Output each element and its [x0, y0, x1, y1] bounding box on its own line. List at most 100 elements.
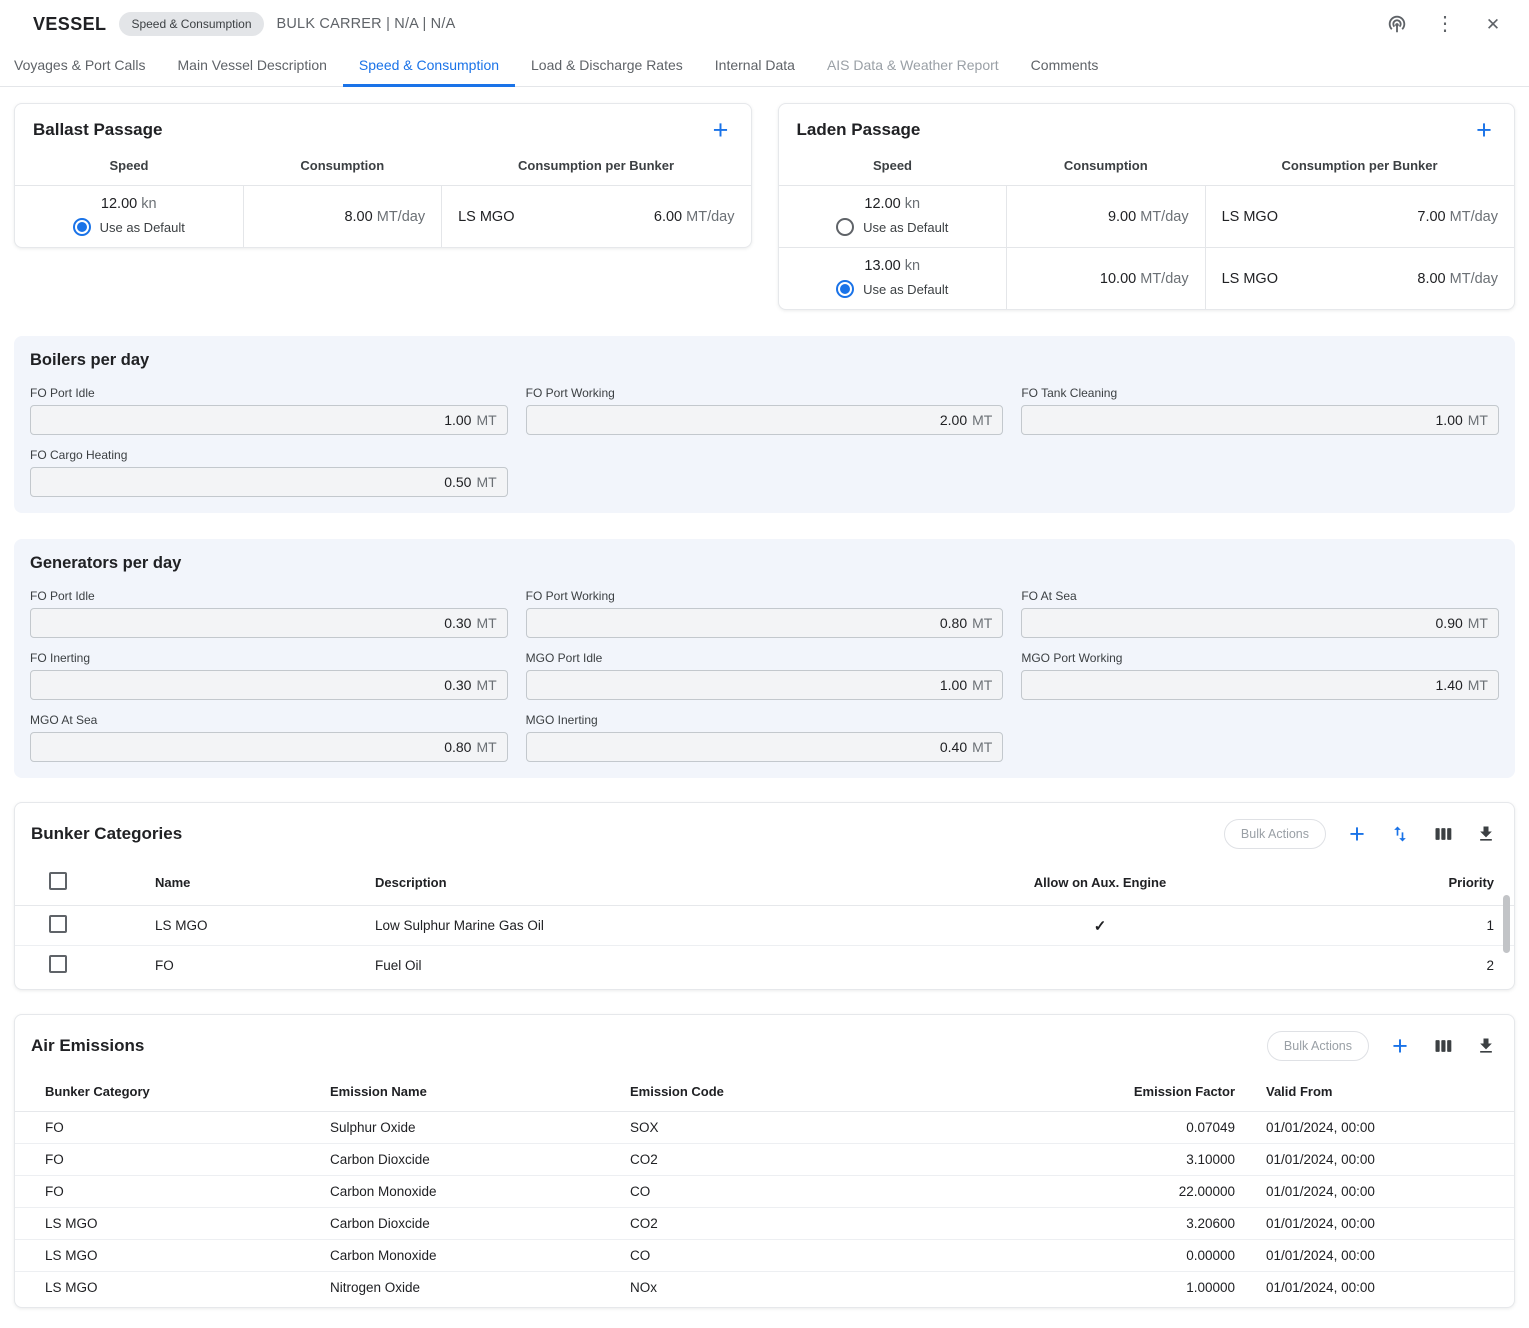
download-icon[interactable] [1474, 1034, 1498, 1058]
field-label: FO Cargo Heating [30, 448, 508, 462]
row-checkbox[interactable] [49, 915, 67, 933]
cell-description: Low Sulphur Marine Gas Oil [345, 906, 905, 946]
use-as-default-label[interactable]: Use as Default [100, 220, 185, 235]
field-fo-inerting: FO Inerting 0.30MT [30, 651, 508, 700]
fo-at-sea-input[interactable]: 0.90MT [1021, 608, 1499, 638]
use-as-default-row: Use as Default [23, 218, 235, 236]
tab-speed-consumption[interactable]: Speed & Consumption [343, 46, 515, 87]
mgo-port-working-input[interactable]: 1.40MT [1021, 670, 1499, 700]
bulk-actions-button[interactable]: Bulk Actions [1267, 1031, 1369, 1061]
field-fo-port-working: FO Port Working 0.80MT [526, 589, 1004, 638]
use-as-default-radio[interactable] [836, 280, 854, 298]
close-icon[interactable]: ✕ [1481, 12, 1505, 36]
speed-unit: kn [905, 196, 920, 212]
select-all-checkbox[interactable] [49, 872, 67, 890]
add-ballast-speed-icon[interactable]: + [709, 119, 733, 141]
cell-emission-factor: 0.07049 [1060, 1112, 1235, 1144]
tab-load-discharge-rates[interactable]: Load & Discharge Rates [515, 46, 699, 87]
col-header-description: Description [345, 863, 905, 906]
laden-passage-header: Laden Passage + [779, 104, 1515, 150]
table-row[interactable]: FO Carbon Dioxcide CO2 3.10000 01/01/202… [15, 1144, 1514, 1176]
tab-ais-data-weather-report[interactable]: AIS Data & Weather Report [811, 46, 1015, 87]
cell-name: FO [125, 946, 345, 986]
field-label: MGO At Sea [30, 713, 508, 727]
col-header-speed: Speed [779, 150, 1007, 186]
cell-emission-factor: 3.20600 [1060, 1208, 1235, 1240]
table-row[interactable]: LS MGO Nitrogen Oxide NOx 1.00000 01/01/… [15, 1272, 1514, 1304]
table-row[interactable]: LS MGO Low Sulphur Marine Gas Oil ✓ 1 [15, 906, 1514, 946]
cell-emission-name: Sulphur Oxide [330, 1112, 630, 1144]
tab-comments[interactable]: Comments [1015, 46, 1115, 87]
tab-main-vessel-description[interactable]: Main Vessel Description [162, 46, 343, 87]
download-icon[interactable] [1474, 822, 1498, 846]
bunker-name: LS MGO [1222, 271, 1278, 287]
speed-cell: 12.00 kn Use as Default [779, 186, 1007, 248]
ballast-passage-card: Ballast Passage + Speed Consumption Cons… [14, 103, 752, 248]
cell-valid-from: 01/01/2024, 00:00 [1235, 1240, 1514, 1272]
cell-emission-name: Carbon Monoxide [330, 1240, 630, 1272]
row-checkbox[interactable] [49, 955, 67, 973]
table-row[interactable]: FO Carbon Monoxide CO 22.00000 01/01/202… [15, 1176, 1514, 1208]
fo-port-working-input[interactable]: 0.80MT [526, 608, 1004, 638]
mgo-port-idle-input[interactable]: 1.00MT [526, 670, 1004, 700]
table-row[interactable]: LS MGO Carbon Dioxcide CO2 3.20600 01/01… [15, 1208, 1514, 1240]
field-unit: MT [1468, 412, 1488, 428]
field-value: 0.50 [444, 474, 471, 490]
table-row[interactable]: 13.00 kn Use as Default 10.00 MT/day LS [779, 248, 1515, 310]
table-row[interactable]: 12.00 kn Use as Default 9.00 MT/day LS M [779, 186, 1515, 248]
cell-valid-from: 01/01/2024, 00:00 [1235, 1112, 1514, 1144]
cell-emission-code: CO [630, 1240, 1060, 1272]
mgo-inerting-input[interactable]: 0.40MT [526, 732, 1004, 762]
fo-tank-cleaning-input[interactable]: 1.00MT [1021, 405, 1499, 435]
air-emissions-header: Air Emissions Bulk Actions + [15, 1015, 1514, 1075]
table-row[interactable]: FO Sulphur Oxide SOX 0.07049 01/01/2024,… [15, 1112, 1514, 1144]
field-label: FO Port Idle [30, 589, 508, 603]
tab-voyages-port-calls[interactable]: Voyages & Port Calls [0, 46, 162, 87]
table-row[interactable]: 12.00 kn Use as Default 8.00 MT/day LS M [15, 186, 751, 248]
use-as-default-label[interactable]: Use as Default [863, 220, 948, 235]
field-label: MGO Port Idle [526, 651, 1004, 665]
bunker-cell: LS MGO 6.00 MT/day [442, 186, 751, 248]
field-unit: MT [972, 739, 992, 755]
laden-passage-title: Laden Passage [797, 120, 921, 140]
use-as-default-radio[interactable] [73, 218, 91, 236]
field-label: FO Tank Cleaning [1021, 386, 1499, 400]
fo-inerting-input[interactable]: 0.30MT [30, 670, 508, 700]
table-header-row: Bunker Category Emission Name Emission C… [15, 1075, 1514, 1112]
col-header-bunker-category: Bunker Category [15, 1075, 330, 1112]
add-laden-speed-icon[interactable]: + [1472, 119, 1496, 141]
cell-emission-code: CO [630, 1176, 1060, 1208]
cell-bunker-category: LS MGO [15, 1240, 330, 1272]
add-air-emission-icon[interactable]: + [1388, 1035, 1412, 1057]
table-row[interactable]: LS MGO Carbon Monoxide CO 0.00000 01/01/… [15, 1240, 1514, 1272]
tab-bar: Voyages & Port Calls Main Vessel Descrip… [0, 46, 1529, 87]
kebab-menu-icon[interactable]: ⋮ [1433, 12, 1457, 36]
use-as-default-label[interactable]: Use as Default [863, 282, 948, 297]
columns-icon[interactable] [1431, 1034, 1455, 1058]
add-bunker-category-icon[interactable]: + [1345, 823, 1369, 845]
table-header-row: Name Description Allow on Aux. Engine Pr… [15, 863, 1514, 906]
use-as-default-radio[interactable] [836, 218, 854, 236]
fo-port-idle-input[interactable]: 0.30MT [30, 608, 508, 638]
bunker-consumption: 8.00 MT/day [1417, 271, 1498, 287]
fo-cargo-heating-input[interactable]: 0.50MT [30, 467, 508, 497]
sort-icon[interactable] [1388, 822, 1412, 846]
columns-icon[interactable] [1431, 822, 1455, 846]
fo-port-working-input[interactable]: 2.00MT [526, 405, 1004, 435]
tab-internal-data[interactable]: Internal Data [699, 46, 811, 87]
generators-title: Generators per day [30, 554, 1499, 573]
mgo-at-sea-input[interactable]: 0.80MT [30, 732, 508, 762]
consumption-unit: MT/day [1140, 271, 1188, 287]
col-header-emission-code: Emission Code [630, 1075, 1060, 1112]
header-left: VESSEL Speed & Consumption BULK CARRER |… [33, 12, 455, 36]
air-emissions-card: Air Emissions Bulk Actions + Bunker Cate… [14, 1014, 1515, 1308]
bulk-actions-button[interactable]: Bulk Actions [1224, 819, 1326, 849]
fo-port-idle-input[interactable]: 1.00MT [30, 405, 508, 435]
speed-cell: 13.00 kn Use as Default [779, 248, 1007, 310]
broadcast-icon[interactable] [1385, 12, 1409, 36]
cell-valid-from: 01/01/2024, 00:00 [1235, 1144, 1514, 1176]
cell-valid-from: 01/01/2024, 00:00 [1235, 1208, 1514, 1240]
vertical-scrollbar[interactable] [1503, 895, 1510, 953]
field-value: 1.00 [444, 412, 471, 428]
table-row[interactable]: FO Fuel Oil ✓ 2 [15, 946, 1514, 986]
